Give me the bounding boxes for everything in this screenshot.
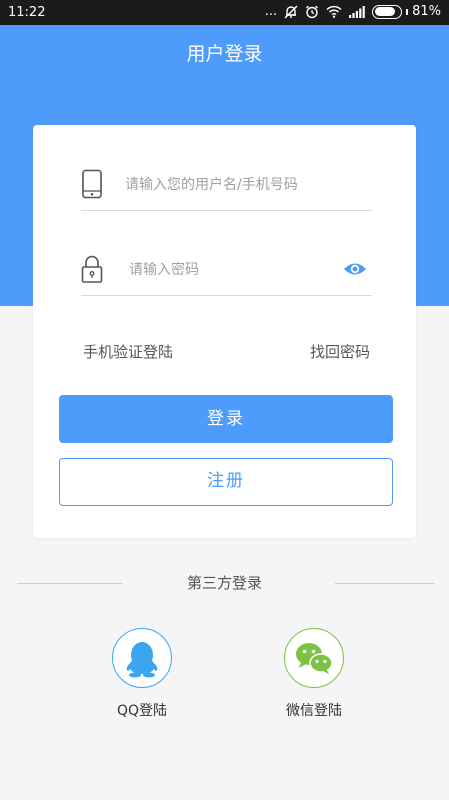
status-bar: 11:22 ... 81%: [0, 0, 449, 25]
qq-circle[interactable]: [112, 628, 172, 688]
lock-icon: [81, 255, 103, 283]
qq-login-button[interactable]: QQ登陆: [97, 628, 187, 720]
qq-login-label[interactable]: QQ登陆: [97, 700, 187, 720]
login-button[interactable]: 登录: [59, 395, 393, 443]
divider-line-right: [335, 583, 435, 584]
third-party-divider: 第三方登录: [0, 572, 449, 596]
phone-icon: [82, 169, 102, 199]
more-notifications-icon: ...: [264, 4, 278, 19]
auxiliary-links: 手机验证登陆 找回密码: [81, 341, 372, 363]
password-field: [81, 248, 372, 296]
eye-icon[interactable]: [343, 260, 367, 278]
forgot-password-link[interactable]: 找回密码: [310, 341, 370, 362]
qq-penguin-icon: [126, 642, 158, 678]
battery-level: [374, 7, 395, 16]
register-button[interactable]: 注册: [59, 458, 393, 506]
login-card: 手机验证登陆 找回密码 登录 注册: [33, 125, 416, 538]
battery-percent: 81%: [412, 4, 441, 19]
username-input[interactable]: [125, 171, 345, 199]
status-icons: ... 81%: [265, 4, 441, 19]
wifi-icon: [326, 5, 342, 18]
wechat-icon: [296, 643, 333, 674]
battery-indicator: 81%: [372, 4, 441, 19]
alarm-icon: [306, 5, 319, 18]
wechat-circle[interactable]: [284, 628, 344, 688]
username-field: [81, 163, 372, 211]
battery-cap: [406, 8, 409, 15]
password-input[interactable]: [129, 256, 349, 284]
bell-muted-icon: [284, 5, 298, 18]
battery-icon: [372, 4, 403, 19]
wechat-login-label[interactable]: 微信登陆: [269, 700, 359, 720]
sms-login-link[interactable]: 手机验证登陆: [83, 341, 173, 362]
signal-icon: [349, 5, 365, 18]
status-time: 11:22: [8, 5, 46, 20]
page-title: 用户登录: [186, 43, 263, 65]
wechat-login-button[interactable]: 微信登陆: [269, 628, 359, 720]
